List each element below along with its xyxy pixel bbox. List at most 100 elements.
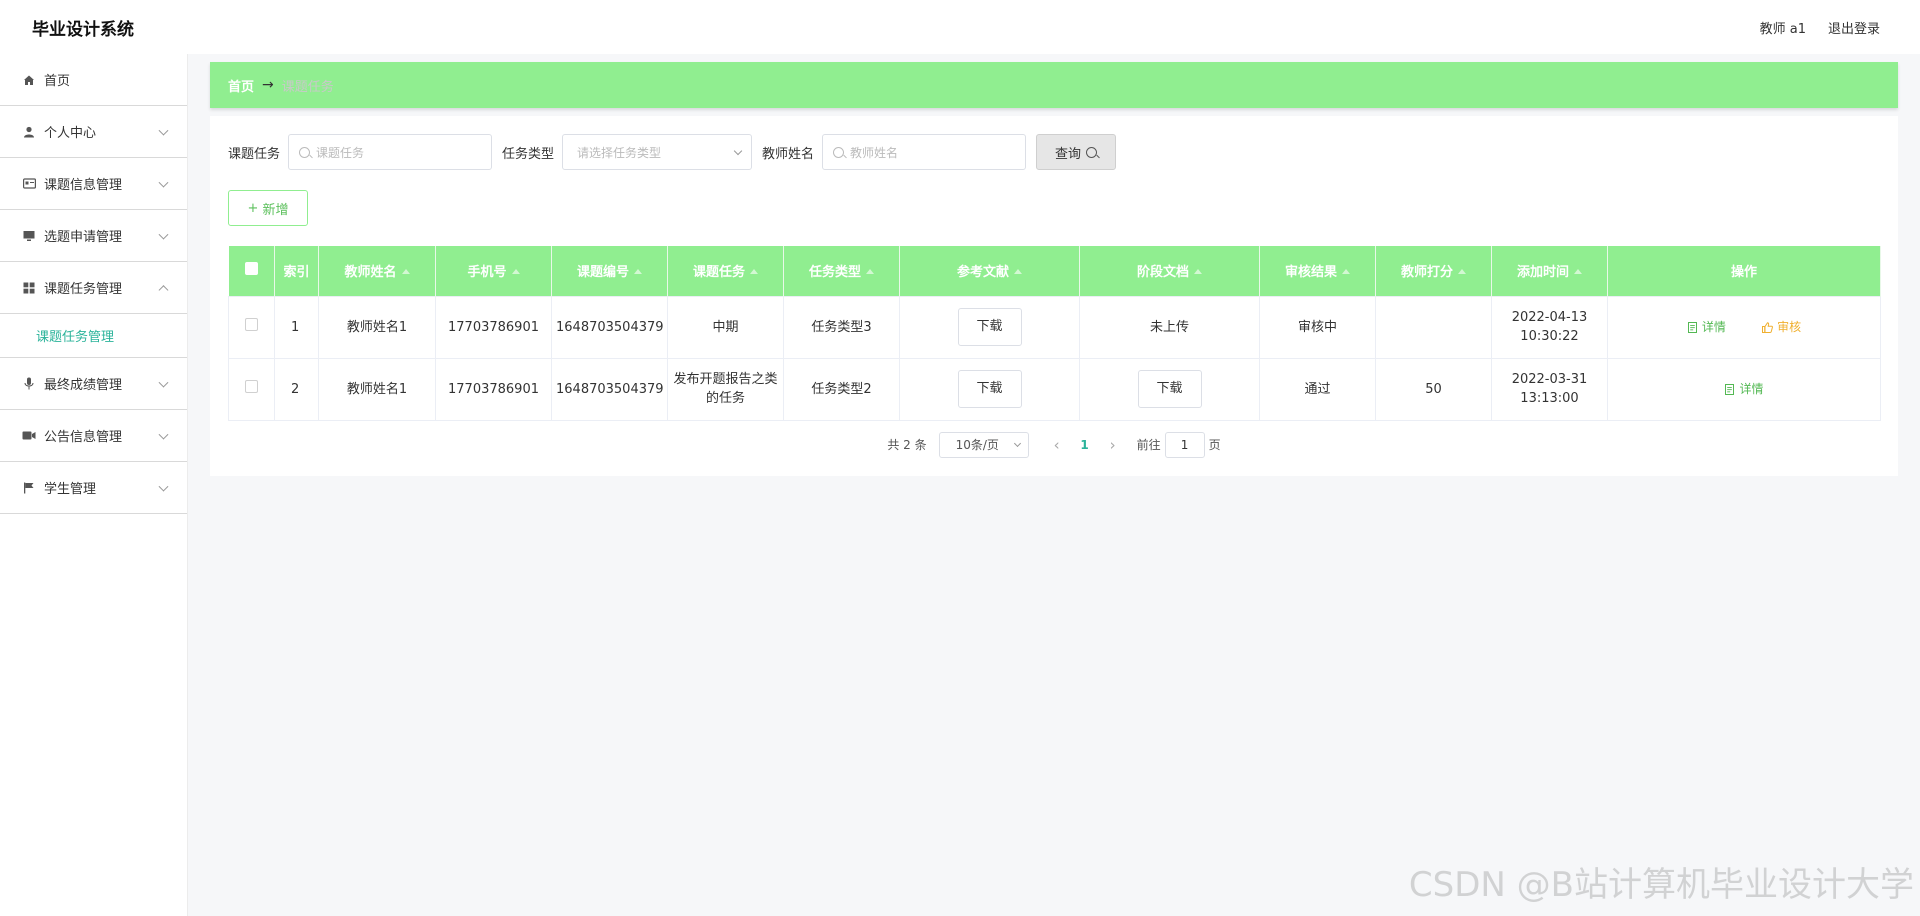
sort-icon[interactable]	[866, 269, 874, 275]
reference-cell: 下载	[899, 295, 1080, 359]
sidebar-item-final-grade[interactable]: 最终成绩管理	[0, 358, 187, 410]
sort-icon[interactable]	[1194, 269, 1202, 275]
reference-download-button[interactable]: 下载	[957, 370, 1022, 408]
stage-doc-download-button[interactable]: 下载	[1137, 370, 1202, 408]
sort-icon[interactable]	[401, 269, 410, 275]
page-number[interactable]: 1	[1067, 438, 1103, 452]
index-cell: 1	[274, 295, 319, 359]
table-header-row: 索引 教师姓名 手机号 课题编号 课题任务 任务类型 参考文献 阶段文档 审核结…	[228, 246, 1881, 296]
sidebar-item-student[interactable]: 学生管理	[0, 462, 187, 514]
audit-button[interactable]: 审核	[1752, 312, 1811, 343]
app-title: 毕业设计系统	[32, 19, 134, 40]
teacher-search-input[interactable]: 教师姓名	[822, 134, 1027, 170]
column-header: 索引	[274, 246, 319, 296]
sidebar-item-label: 个人中心	[44, 126, 97, 141]
column-header[interactable]: 课题任务	[667, 246, 784, 296]
row-select-cell[interactable]	[228, 295, 275, 359]
detail-button[interactable]: 详情	[1714, 374, 1773, 405]
column-header[interactable]: 任务类型	[783, 246, 900, 296]
sort-icon[interactable]	[1342, 269, 1350, 275]
teacher-label: 教师姓名	[762, 146, 815, 162]
select-all-cell[interactable]	[228, 246, 275, 296]
detail-button-label: 详情	[1739, 381, 1764, 396]
column-header-label: 参考文献	[956, 265, 1009, 281]
sort-icon[interactable]	[1574, 269, 1582, 275]
row-select-cell[interactable]	[228, 357, 275, 421]
column-header[interactable]: 阶段文档	[1079, 246, 1260, 296]
prev-page-button[interactable]: ‹	[1047, 436, 1067, 454]
row-checkbox[interactable]	[245, 379, 258, 393]
actions-cell: 详情 审核	[1607, 295, 1881, 359]
column-header[interactable]: 教师姓名	[318, 246, 436, 296]
sidebar-item-label: 最终成绩管理	[44, 378, 123, 393]
column-header: 操作	[1607, 246, 1881, 296]
task-search-placeholder: 课题任务	[316, 145, 365, 160]
stage-doc-cell: 未上传	[1079, 295, 1260, 359]
sidebar-item-label: 学生管理	[44, 482, 97, 497]
add-button[interactable]: + 新增	[228, 190, 308, 226]
mic-icon	[22, 377, 36, 391]
chevron-down-icon	[158, 229, 169, 240]
query-button[interactable]: 查询	[1036, 134, 1117, 170]
next-page-button[interactable]: ›	[1103, 436, 1123, 454]
column-header-label: 课题编号	[576, 265, 629, 281]
sidebar-item-task-manage[interactable]: 课题任务管理	[0, 262, 187, 314]
total-count: 共 2 条	[887, 438, 927, 452]
column-header[interactable]: 教师打分	[1375, 246, 1492, 296]
sort-icon[interactable]	[511, 269, 520, 275]
detail-button-label: 详情	[1701, 319, 1726, 334]
sort-icon[interactable]	[1014, 269, 1022, 275]
task-search-input[interactable]: 课题任务	[288, 134, 493, 170]
plus-icon: +	[247, 200, 259, 216]
score-cell	[1375, 295, 1492, 359]
audit-button-label: 审核	[1777, 319, 1802, 334]
sidebar-item-personal-center[interactable]: 个人中心	[0, 106, 187, 158]
goto-page: 前往 1 页	[1137, 431, 1221, 458]
column-header[interactable]: 审核结果	[1259, 246, 1376, 296]
sidebar-subitem-task-manage[interactable]: 课题任务管理	[0, 314, 187, 358]
column-header[interactable]: 参考文献	[899, 246, 1080, 296]
row-checkbox[interactable]	[245, 317, 258, 331]
watermark: CSDN @B站计算机毕业设计大学	[1408, 865, 1914, 905]
document-icon	[1687, 321, 1697, 333]
sidebar-item-topic-apply[interactable]: 选题申请管理	[0, 210, 187, 262]
breadcrumb-home[interactable]: 首页	[228, 76, 254, 95]
logout-link[interactable]: 退出登录	[1828, 18, 1880, 37]
column-header[interactable]: 课题编号	[551, 246, 668, 296]
home-icon	[22, 73, 36, 87]
flag-icon	[22, 481, 36, 495]
sort-icon[interactable]	[1458, 269, 1466, 275]
sort-icon[interactable]	[634, 269, 642, 275]
task-type-select[interactable]: 请选择任务类型	[562, 134, 753, 170]
sidebar-item-notice[interactable]: 公告信息管理	[0, 410, 187, 462]
column-header-label: 教师打分	[1400, 265, 1453, 281]
sidebar-item-label: 首页	[44, 74, 71, 89]
page-size-select[interactable]: 10条/页	[938, 431, 1029, 458]
task-type-placeholder: 请选择任务类型	[577, 145, 662, 160]
task-type-cell: 任务类型3	[783, 295, 900, 359]
sidebar: 首页 个人中心 课题信息管理 选题申请管理 课题任务管理 课题任务管理 最终成绩…	[0, 54, 188, 916]
sidebar-item-label: 公告信息管理	[44, 430, 123, 445]
reference-download-button[interactable]: 下载	[957, 308, 1022, 346]
header-actions: 教师 a1 退出登录	[1760, 18, 1880, 37]
task-label: 课题任务	[228, 146, 281, 162]
sort-icon[interactable]	[750, 269, 758, 275]
column-header[interactable]: 手机号	[435, 246, 552, 296]
breadcrumb: 首页 → 课题任务	[210, 62, 1898, 108]
actions-cell: 详情	[1607, 357, 1881, 421]
chevron-down-icon	[733, 146, 743, 155]
page-size-value: 10条/页	[955, 438, 999, 452]
current-user[interactable]: 教师 a1	[1760, 18, 1806, 37]
select-all-checkbox[interactable]	[244, 262, 258, 276]
column-header-label: 手机号	[467, 265, 507, 281]
column-header-label: 审核结果	[1284, 265, 1337, 281]
column-header[interactable]: 添加时间	[1491, 246, 1608, 296]
chevron-down-icon	[158, 125, 169, 136]
detail-button[interactable]: 详情	[1677, 312, 1736, 343]
query-button-label: 查询	[1055, 146, 1082, 162]
sidebar-item-home[interactable]: 首页	[0, 54, 187, 106]
phone-cell: 17703786901	[435, 357, 552, 421]
goto-page-input[interactable]: 1	[1164, 431, 1205, 458]
audit-result-cell: 通过	[1259, 357, 1376, 421]
sidebar-item-topic-info[interactable]: 课题信息管理	[0, 158, 187, 210]
